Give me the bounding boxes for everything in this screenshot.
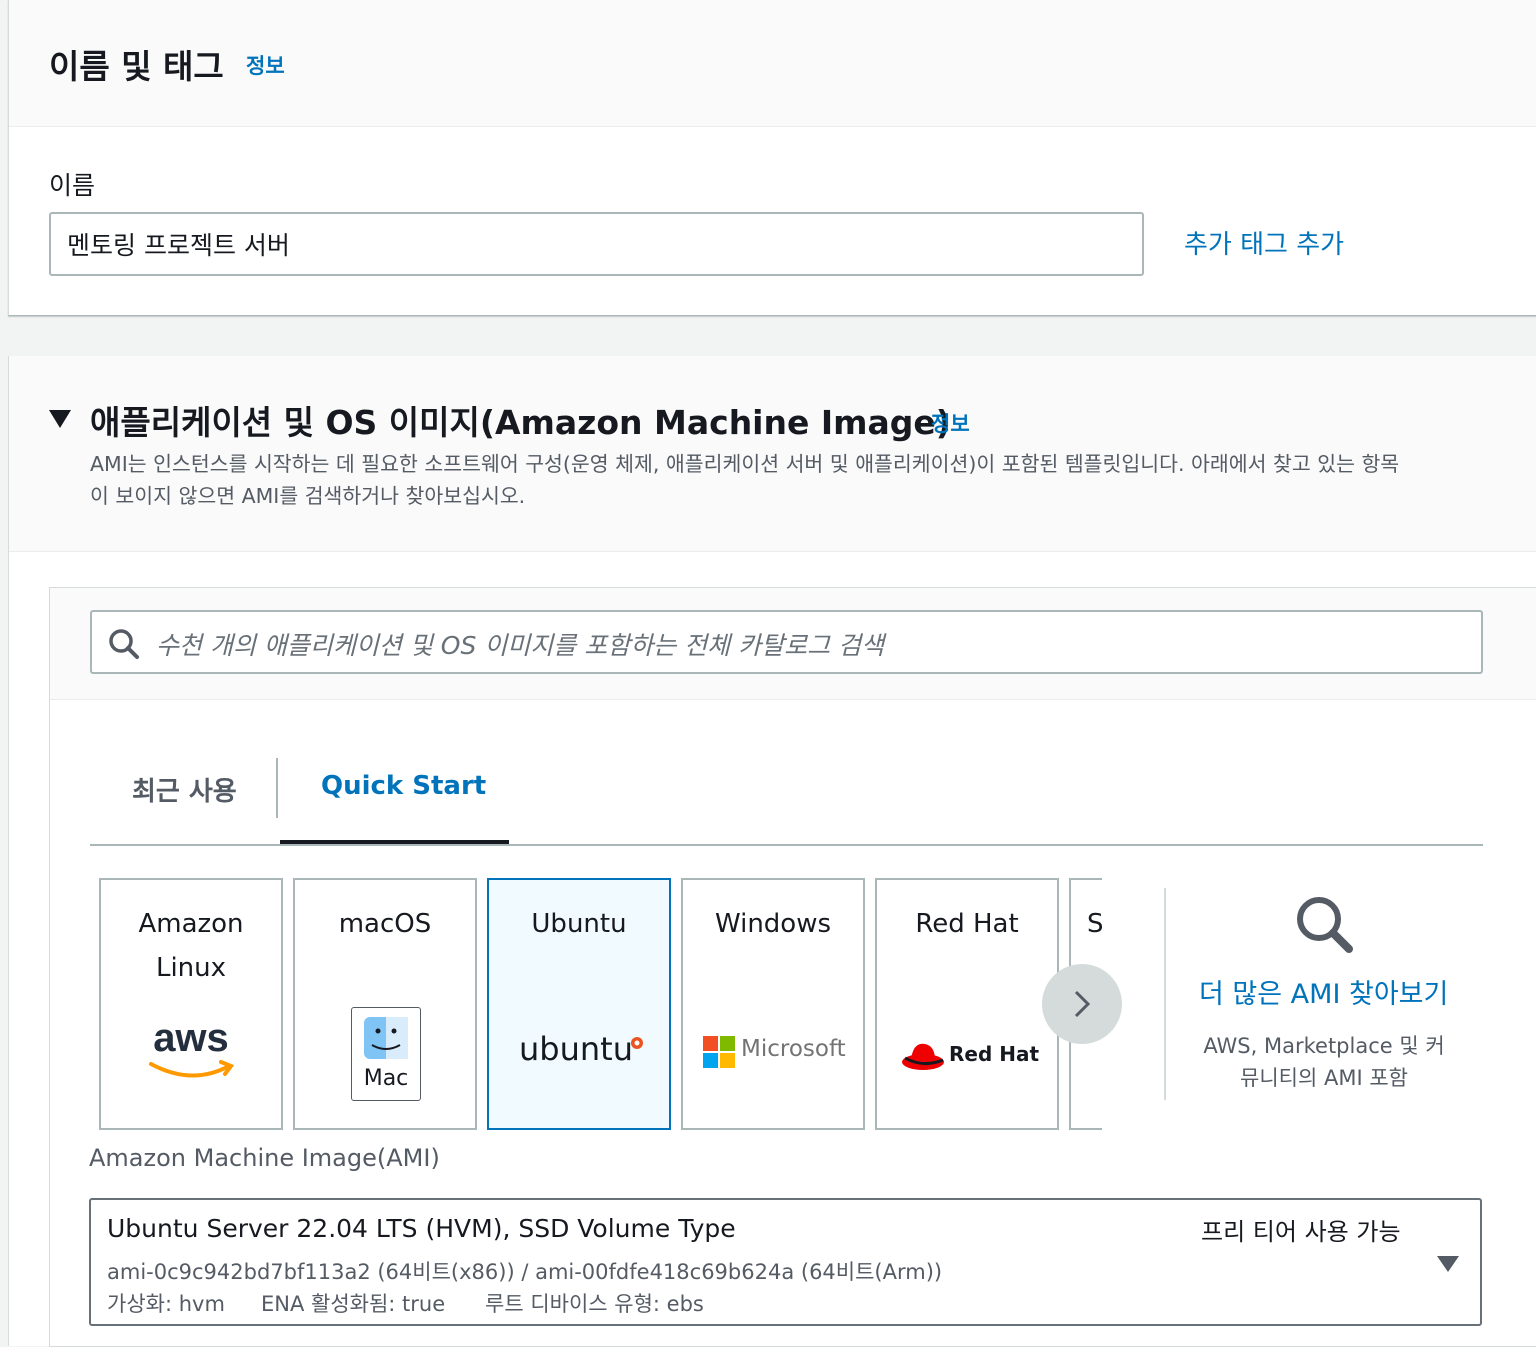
microsoft-logo-icon bbox=[703, 1036, 735, 1068]
collapse-caret-icon[interactable] bbox=[49, 410, 71, 428]
tabs-baseline bbox=[90, 844, 1483, 846]
tiles-next-button[interactable] bbox=[1042, 964, 1122, 1044]
browse-more-description-line1: AWS, Marketplace 및 커 bbox=[1203, 1034, 1445, 1058]
tile-windows[interactable]: Windows Microsoft bbox=[681, 878, 865, 1130]
red-hat-logo-text: Red Hat bbox=[949, 1042, 1040, 1066]
tile-amazon-linux[interactable]: Amazon Linux aws bbox=[99, 878, 283, 1130]
chevron-right-icon bbox=[1074, 990, 1091, 1018]
finder-icon bbox=[364, 1017, 408, 1059]
name-input[interactable]: 멘토링 프로젝트 서버 bbox=[49, 212, 1144, 276]
catalog-search-input[interactable]: 수천 개의 애플리케이션 및 OS 이미지를 포함하는 전체 카탈로그 검색 bbox=[90, 610, 1483, 674]
aws-smile-icon bbox=[149, 1060, 235, 1078]
ubuntu-circle-icon bbox=[631, 1037, 643, 1049]
tile-partial-label: S bbox=[1087, 909, 1102, 939]
microsoft-logo-text: Microsoft bbox=[741, 1036, 846, 1062]
ami-info-link[interactable]: 정보 bbox=[931, 408, 970, 438]
browse-more-ami-link[interactable]: 더 많은 AMI 찾아보기 bbox=[1199, 972, 1448, 1011]
ami-title-text: Ubuntu Server 22.04 LTS (HVM), SSD Volum… bbox=[107, 1214, 736, 1243]
ubuntu-logo: ubuntu bbox=[519, 1030, 633, 1068]
tab-divider bbox=[276, 758, 278, 818]
tile-macos-label: macOS bbox=[338, 909, 432, 939]
red-hat-icon bbox=[902, 1043, 944, 1070]
name-tags-panel: 이름 및 태그 정보 이름 멘토링 프로젝트 서버 추가 태그 추가 bbox=[8, 0, 1536, 316]
tab-quick-start[interactable]: Quick Start bbox=[321, 771, 486, 801]
search-icon bbox=[109, 629, 139, 659]
ami-virtualization: 가상화: hvm bbox=[107, 1292, 225, 1316]
ami-description-line1: AMI는 인스턴스를 시작하는 데 필요한 소프트웨어 구성(운영 체제, 애플… bbox=[90, 452, 1400, 476]
search-row: 수천 개의 애플리케이션 및 OS 이미지를 포함하는 전체 카탈로그 검색 bbox=[50, 588, 1536, 700]
tile-macos[interactable]: macOS Mac bbox=[293, 878, 477, 1130]
browse-divider bbox=[1164, 888, 1166, 1100]
ami-root-device: 루트 디바이스 유형: ebs bbox=[485, 1292, 704, 1316]
browse-more-description: AWS, Marketplace 및 커 뮤니티의 AMI 포함 bbox=[1184, 1030, 1464, 1094]
ami-description-line2: 이 보이지 않으면 AMI를 검색하거나 찾아보십시오. bbox=[90, 484, 526, 508]
aws-logo: aws bbox=[153, 1016, 229, 1060]
ami-ids: ami-0c9c942bd7bf113a2 (64비트(x86)) / ami-… bbox=[107, 1260, 943, 1284]
name-input-value: 멘토링 프로젝트 서버 bbox=[67, 231, 290, 260]
tile-windows-label: Windows bbox=[714, 909, 832, 939]
ami-label: Amazon Machine Image(AMI) bbox=[89, 1144, 440, 1172]
ami-select[interactable]: Ubuntu Server 22.04 LTS (HVM), SSD Volum… bbox=[89, 1198, 1482, 1326]
search-placeholder: 수천 개의 애플리케이션 및 OS 이미지를 포함하는 전체 카탈로그 검색 bbox=[156, 631, 885, 660]
name-label: 이름 bbox=[49, 171, 96, 200]
tab-recent[interactable]: 최근 사용 bbox=[132, 771, 237, 808]
ami-title: 애플리케이션 및 OS 이미지(Amazon Machine Image) bbox=[90, 403, 951, 442]
browse-more-description-line2: 뮤니티의 AMI 포함 bbox=[1240, 1066, 1408, 1090]
tile-red-hat[interactable]: Red Hat Red Hat bbox=[875, 878, 1059, 1130]
add-tag-link[interactable]: 추가 태그 추가 bbox=[1184, 224, 1344, 261]
dropdown-caret-icon bbox=[1437, 1256, 1459, 1272]
mac-logo: Mac bbox=[351, 1007, 421, 1101]
free-tier-badge: 프리 티어 사용 가능 bbox=[1201, 1218, 1401, 1246]
tile-amazon-linux-label: Amazon Linux bbox=[138, 909, 244, 983]
name-tags-title: 이름 및 태그 bbox=[49, 47, 224, 86]
name-tags-info-link[interactable]: 정보 bbox=[246, 50, 285, 80]
mac-logo-text: Mac bbox=[363, 1066, 409, 1091]
browse-search-icon[interactable] bbox=[1294, 894, 1354, 954]
tile-red-hat-label: Red Hat bbox=[915, 909, 1019, 939]
tile-ubuntu[interactable]: Ubuntu ubuntu bbox=[487, 878, 671, 1130]
tile-ubuntu-label: Ubuntu bbox=[531, 909, 627, 939]
ami-panel: 애플리케이션 및 OS 이미지(Amazon Machine Image) 정보… bbox=[8, 356, 1536, 1347]
ami-ena: ENA 활성화됨: true bbox=[261, 1292, 446, 1316]
name-tags-header bbox=[9, 0, 1536, 127]
